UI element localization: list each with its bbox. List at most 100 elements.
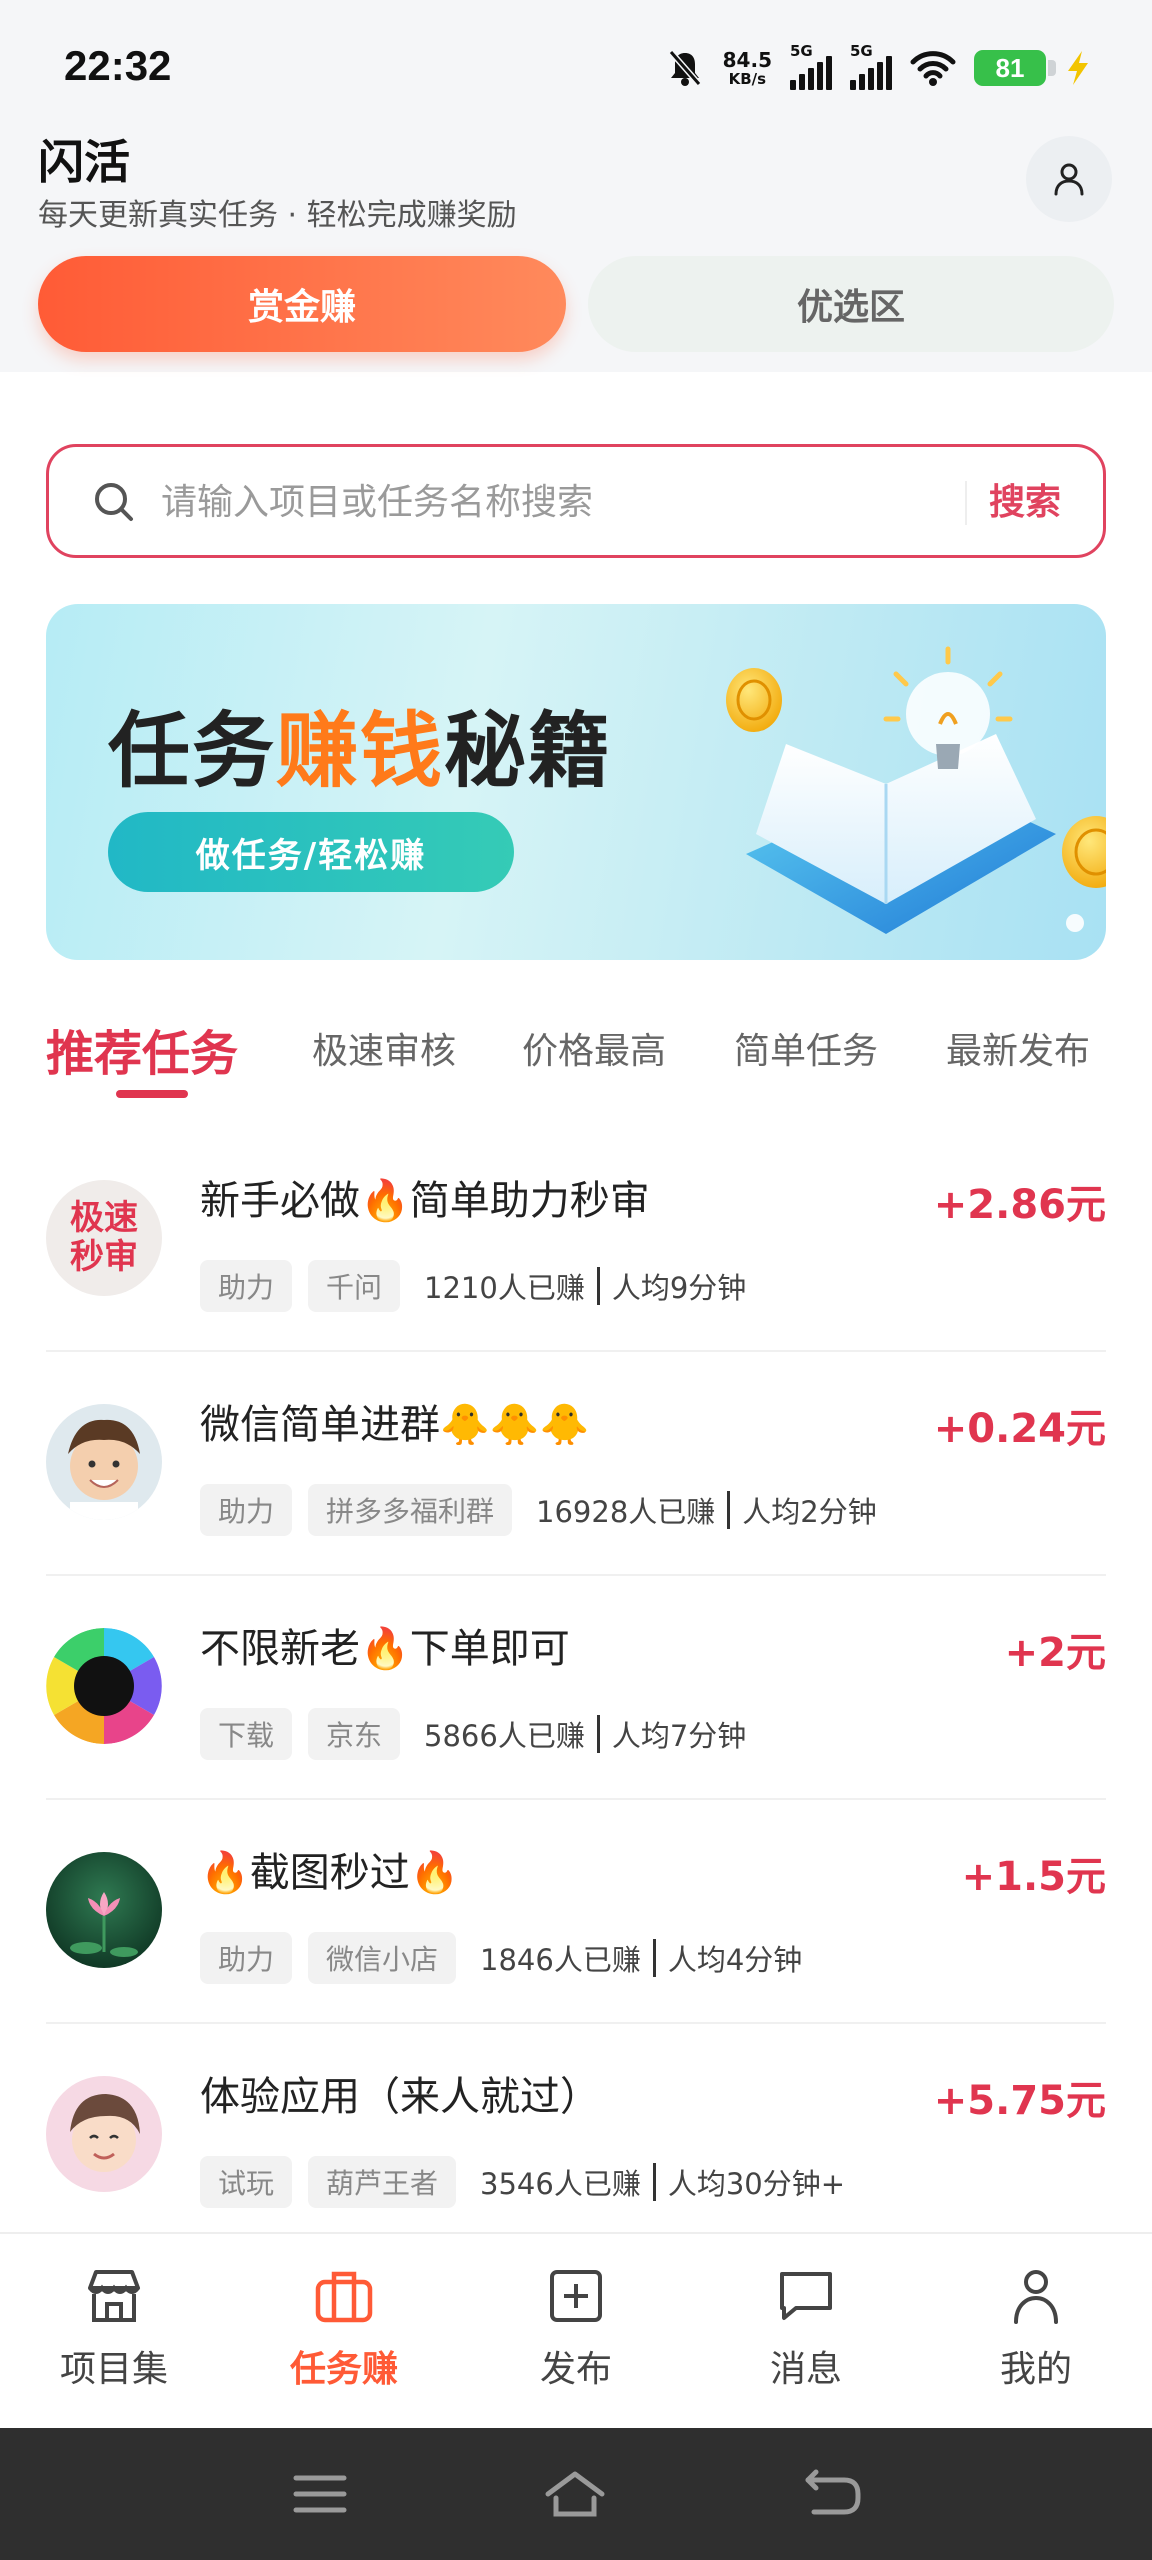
bottom-navigation: 项目集 任务赚 发布 消息 我的 <box>0 2232 1152 2428</box>
promo-banner[interactable]: 任务赚钱秘籍 做任务/轻松赚 <box>46 604 1106 960</box>
status-bar: 22:32 84.5 KB/s 5G 5G 81 <box>0 0 1152 130</box>
task-avg-time: 人均7分钟 <box>611 1719 747 1753</box>
search-divider <box>965 481 967 525</box>
task-title: 微信简单进群🐥🐥🐥 <box>200 1402 590 1448</box>
task-earned-count: 5866人已赚 <box>424 1719 585 1753</box>
task-avatar: 极速 秒审 <box>46 1180 162 1296</box>
status-icons: 84.5 KB/s 5G 5G 81 <box>665 42 1092 94</box>
task-tag: 助力 <box>200 1932 293 1984</box>
task-avg-time: 人均9分钟 <box>611 1271 747 1305</box>
tab-fast-review[interactable]: 极速审核 <box>312 1022 456 1074</box>
nav-item-projects[interactable]: 项目集 <box>24 2264 204 2392</box>
system-navigation-bar <box>0 2428 1152 2560</box>
nav-item-messages[interactable]: 消息 <box>716 2264 896 2392</box>
task-stats: 16928人已赚 人均2分钟 <box>536 1489 877 1531</box>
task-row[interactable]: 体验应用（来人就过） +5.75元 试玩 葫芦王者 3546人已赚 人均30分钟+ <box>46 2024 1106 2248</box>
app-subtitle: 每天更新真实任务 · 轻松完成赚奖励 <box>38 198 517 233</box>
nav-item-tasks[interactable]: 任务赚 <box>254 2264 434 2392</box>
net-speed-value: 84.5 <box>722 47 772 72</box>
task-avg-time: 人均4分钟 <box>667 1943 803 1977</box>
task-meta: 试玩 葫芦王者 3546人已赚 人均30分钟+ <box>200 2156 845 2208</box>
signal-icon: 5G <box>790 42 832 90</box>
signal-label: 5G <box>850 42 873 60</box>
nav-label: 发布 <box>539 2349 612 2390</box>
task-tag: 京东 <box>308 1708 401 1760</box>
task-earned-count: 16928人已赚 <box>536 1495 716 1529</box>
segment-featured[interactable]: 优选区 <box>588 256 1114 352</box>
tab-latest[interactable]: 最新发布 <box>946 1022 1090 1074</box>
task-tag: 助力 <box>200 1260 293 1312</box>
banner-title-part3: 秘籍 <box>444 704 613 799</box>
task-meta: 助力 千问 1210人已赚 人均9分钟 <box>200 1260 746 1312</box>
task-filter-tabs: 推荐任务 极速审核 价格最高 简单任务 最新发布 <box>0 1010 1152 1110</box>
nav-label: 我的 <box>999 2349 1072 2390</box>
mute-bell-icon <box>665 48 705 88</box>
task-tag: 千问 <box>308 1260 401 1312</box>
banner-pagination-dot <box>1066 914 1084 932</box>
search-input[interactable] <box>161 469 981 535</box>
tab-recommended[interactable]: 推荐任务 <box>46 1014 238 1084</box>
tab-simple-tasks[interactable]: 简单任务 <box>734 1022 878 1074</box>
nav-label: 任务赚 <box>289 2349 398 2390</box>
task-avg-time: 人均30分钟+ <box>667 2167 846 2201</box>
user-icon <box>1054 163 1084 196</box>
task-avatar <box>46 2076 162 2192</box>
task-reward: +2元 <box>1004 1630 1106 1676</box>
task-reward: +0.24元 <box>933 1406 1106 1452</box>
wifi-icon <box>910 49 956 87</box>
nav-label: 消息 <box>769 2349 842 2390</box>
charging-icon <box>1064 49 1092 87</box>
task-earned-count: 3546人已赚 <box>480 2167 641 2201</box>
task-stats: 5866人已赚 人均7分钟 <box>424 1713 746 1755</box>
plus-square-icon <box>550 2270 602 2322</box>
task-title: 体验应用（来人就过） <box>200 2074 600 2120</box>
net-speed: 84.5 KB/s <box>723 50 772 87</box>
task-earned-count: 1210人已赚 <box>424 1271 585 1305</box>
avatar-badge-text: 秒审 <box>70 1237 138 1277</box>
book-lightbulb-illustration <box>726 646 1106 934</box>
battery-icon: 81 <box>974 50 1056 86</box>
task-tag: 下载 <box>200 1708 293 1760</box>
menu-icon[interactable] <box>292 2468 348 2524</box>
banner-title: 任务赚钱秘籍 <box>108 684 612 803</box>
task-reward: +2.86元 <box>933 1182 1106 1228</box>
task-earned-count: 1846人已赚 <box>480 1943 641 1977</box>
signal-label: 5G <box>790 42 813 60</box>
net-speed-unit: KB/s <box>728 69 767 88</box>
task-avatar <box>46 1628 162 1744</box>
search-icon <box>91 479 137 529</box>
avatar-badge-text: 极速 <box>70 1197 138 1238</box>
banner-pill: 做任务/轻松赚 <box>108 812 514 892</box>
task-row[interactable]: 微信简单进群🐥🐥🐥 +0.24元 助力 拼多多福利群 16928人已赚 人均2分钟 <box>46 1352 1106 1576</box>
task-meta: 助力 拼多多福利群 16928人已赚 人均2分钟 <box>200 1484 877 1536</box>
task-tag: 试玩 <box>200 2156 293 2208</box>
message-icon <box>780 2272 832 2320</box>
task-stats: 1210人已赚 人均9分钟 <box>424 1265 746 1307</box>
search-bar: 搜索 <box>46 444 1106 558</box>
nav-label: 项目集 <box>59 2349 168 2390</box>
task-tag: 拼多多福利群 <box>308 1484 513 1536</box>
banner-title-part1: 任务 <box>108 704 277 799</box>
profile-button[interactable] <box>1026 136 1112 222</box>
task-row[interactable]: 极速 秒审 新手必做🔥简单助力秒审 +2.86元 助力 千问 1210人已赚 人均… <box>46 1128 1106 1352</box>
task-stats: 1846人已赚 人均4分钟 <box>480 1937 802 1979</box>
task-stats: 3546人已赚 人均30分钟+ <box>480 2161 845 2203</box>
nav-item-profile[interactable]: 我的 <box>946 2264 1126 2392</box>
home-icon[interactable] <box>542 2468 608 2524</box>
user-icon <box>1014 2270 1058 2324</box>
task-avatar <box>46 1404 162 1520</box>
app-title: 闪活 <box>38 135 130 189</box>
task-meta: 下载 京东 5866人已赚 人均7分钟 <box>200 1708 746 1760</box>
search-button[interactable]: 搜索 <box>989 473 1061 525</box>
back-icon[interactable] <box>804 2468 862 2524</box>
nav-item-publish[interactable]: 发布 <box>486 2264 666 2392</box>
signal-icon: 5G <box>850 42 892 90</box>
task-title: 🔥截图秒过🔥 <box>200 1850 460 1896</box>
tab-active-indicator <box>116 1090 188 1098</box>
tab-highest-price[interactable]: 价格最高 <box>522 1022 666 1074</box>
task-title: 不限新老🔥下单即可 <box>200 1626 570 1672</box>
task-meta: 助力 微信小店 1846人已赚 人均4分钟 <box>200 1932 802 1984</box>
task-row[interactable]: 🔥截图秒过🔥 +1.5元 助力 微信小店 1846人已赚 人均4分钟 <box>46 1800 1106 2024</box>
task-row[interactable]: 不限新老🔥下单即可 +2元 下载 京东 5866人已赚 人均7分钟 <box>46 1576 1106 1800</box>
segment-bounty[interactable]: 赏金赚 <box>38 256 566 352</box>
